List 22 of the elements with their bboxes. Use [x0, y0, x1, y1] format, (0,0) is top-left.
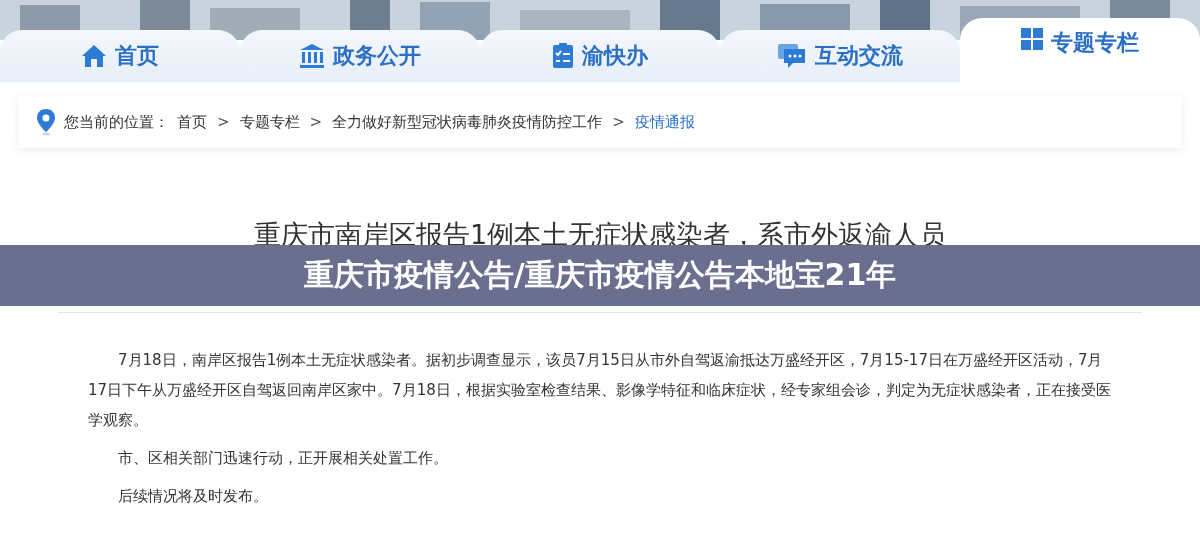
banner-title: 重庆市疫情公告/重庆市疫情公告本地宝21年 [303, 256, 897, 294]
breadcrumb-link[interactable]: 疫情通报 [634, 112, 695, 132]
home-icon [81, 43, 107, 69]
breadcrumb-link[interactable]: 首页 [177, 112, 207, 132]
article-paragraph: 市、区相关部门迅速行动，正开展相关处置工作。 [117, 448, 449, 469]
breadcrumb-separator: > [216, 113, 231, 131]
nav-tab[interactable]: 政务公开 [240, 30, 480, 82]
institution-icon [299, 43, 325, 69]
grid-icon [1021, 28, 1043, 50]
chat-icon [777, 43, 807, 69]
nav-tab[interactable]: 互动交流 [720, 30, 960, 82]
article-paragraph: 7月18日，南岸区报告1例本土无症状感染者。据初步调查显示，该员7月15日从市外自驾返渝抵达万盛经开区，7月15-17日在万盛经开区活动，7月17日下午从万盛经开区自驾返回南岸区家中。7月18日，根据实验室检查结果、影像学特征和临床症状，经专家组会诊，判定为无症状感染者，正在接受医学观察。 [88, 350, 1112, 431]
checklist-icon [552, 43, 574, 69]
nav-tab[interactable]: 渝快办 [480, 30, 720, 82]
breadcrumb-label: 您当前的位置： [64, 112, 169, 132]
location-pin-icon [36, 108, 56, 136]
breadcrumb-separator: > [611, 113, 626, 131]
breadcrumb-link[interactable]: 全力做好新型冠状病毒肺炎疫情防控工作 [332, 112, 603, 132]
article-paragraph: 后续情况将及时发布。 [117, 486, 269, 507]
nav-tab[interactable]: 首页 [0, 30, 240, 82]
breadcrumb-separator: > [308, 113, 324, 131]
breadcrumb-link[interactable]: 专题专栏 [239, 112, 300, 132]
